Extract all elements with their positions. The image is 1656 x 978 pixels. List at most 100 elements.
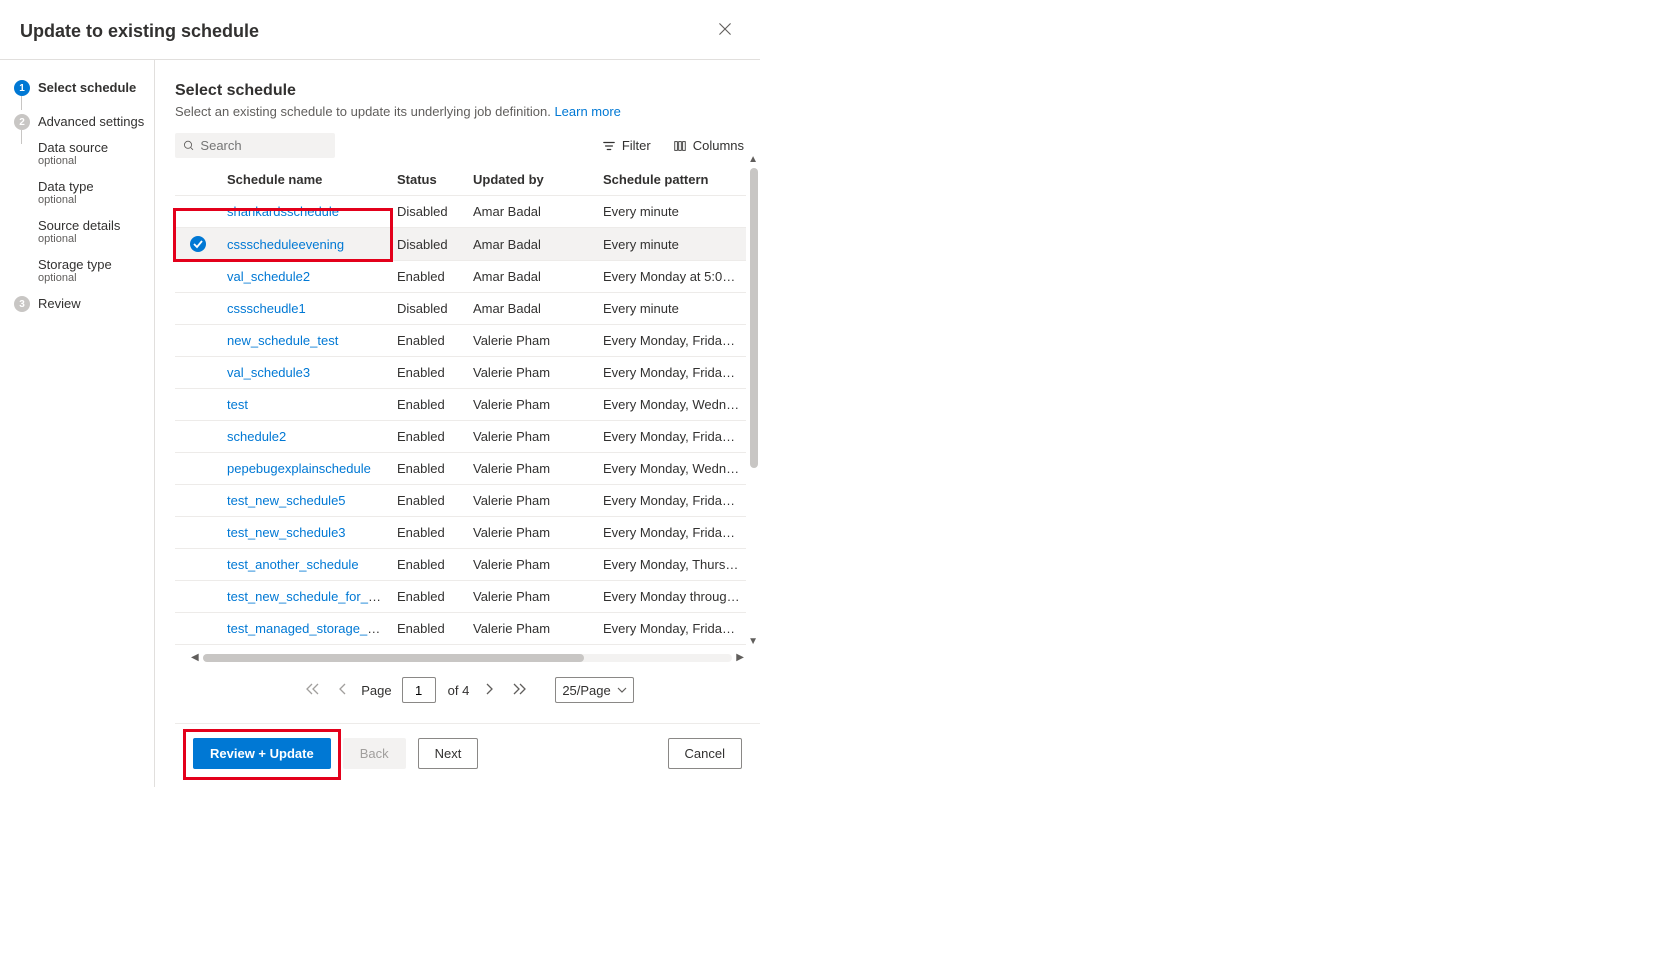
col-schedule-name[interactable]: Schedule name (221, 164, 391, 196)
table-row[interactable]: test_new_schedule5EnabledValerie PhamEve… (175, 485, 746, 517)
search-box[interactable] (175, 133, 335, 158)
next-page-button[interactable] (481, 680, 499, 700)
schedule-link[interactable]: test_new_schedule5 (227, 493, 346, 508)
wizard-substep[interactable]: Storage typeoptional (38, 257, 154, 284)
first-page-button[interactable] (301, 680, 323, 700)
row-checkbox[interactable] (175, 549, 221, 581)
back-button[interactable]: Back (343, 738, 406, 769)
row-checkbox[interactable] (175, 613, 221, 645)
cancel-button[interactable]: Cancel (668, 738, 742, 769)
wizard-footer: Review + Update Back Next Cancel (175, 723, 760, 787)
page-number-input[interactable] (402, 677, 436, 703)
table-header-row: Schedule name Status Updated by Schedule… (175, 164, 746, 196)
substep-label: Storage type (38, 257, 154, 272)
table-row[interactable]: test_managed_storage_scheduleEnabledVale… (175, 613, 746, 645)
schedule-link[interactable]: cssscheduleevening (227, 237, 344, 252)
schedule-link[interactable]: test_new_schedule_for_manage… (227, 589, 391, 604)
row-checkbox[interactable] (175, 293, 221, 325)
table-row[interactable]: new_schedule_testEnabledValerie PhamEver… (175, 325, 746, 357)
row-checkbox[interactable] (175, 485, 221, 517)
wizard-step-advanced-settings[interactable]: 2 Advanced settings (14, 114, 154, 130)
row-checkbox[interactable] (175, 517, 221, 549)
cell-pattern: Every Monday, Friday at 7:00 (597, 517, 746, 549)
step-number-icon: 1 (14, 80, 30, 96)
row-checkbox[interactable] (175, 228, 221, 261)
table-row[interactable]: pepebugexplainscheduleEnabledValerie Pha… (175, 453, 746, 485)
page-size-select[interactable]: 25/Page (555, 677, 633, 703)
next-button[interactable]: Next (418, 738, 479, 769)
schedule-link[interactable]: shankardsschedule (227, 204, 339, 219)
wizard-step-review[interactable]: 3 Review (14, 296, 154, 312)
cell-pattern: Every Monday, Friday at 7:00 (597, 421, 746, 453)
columns-button[interactable]: Columns (673, 138, 744, 153)
col-status[interactable]: Status (391, 164, 467, 196)
cell-updated-by: Valerie Pham (467, 581, 597, 613)
col-updated-by[interactable]: Updated by (467, 164, 597, 196)
scroll-right-arrow[interactable]: ▶ (732, 652, 748, 663)
cell-schedule-name: shankardsschedule (221, 196, 391, 228)
row-checkbox[interactable] (175, 261, 221, 293)
cell-pattern: Every day at 12:00 PM (UTC) (597, 645, 746, 647)
wizard-substeps: Data sourceoptional Data typeoptional Sour… (38, 140, 154, 284)
scroll-up-arrow[interactable]: ▲ (748, 154, 758, 165)
cell-updated-by: Valerie Pham (467, 389, 597, 421)
panel-header: Update to existing schedule (0, 0, 760, 60)
table-row[interactable]: val_schedule2EnabledAmar BadalEvery Mond… (175, 261, 746, 293)
vertical-scrollbar[interactable] (750, 168, 758, 468)
last-page-button[interactable] (509, 680, 531, 700)
row-checkbox[interactable] (175, 357, 221, 389)
cell-status: Disabled (391, 293, 467, 325)
wizard-substep[interactable]: Source detailsoptional (38, 218, 154, 245)
scroll-down-arrow[interactable]: ▼ (748, 636, 758, 684)
learn-more-link[interactable]: Learn more (554, 104, 620, 119)
schedule-link[interactable]: new_schedule_test (227, 333, 338, 348)
table-row[interactable]: test_another_scheduleEnabledValerie Pham… (175, 549, 746, 581)
table-row[interactable]: shankardsscheduleDisabledAmar BadalEvery… (175, 196, 746, 228)
table-row[interactable]: test_new_schedule3EnabledValerie PhamEve… (175, 517, 746, 549)
table-row[interactable]: schedule2EnabledValerie PhamEvery Monday… (175, 421, 746, 453)
schedule-link[interactable]: pepebugexplainschedule (227, 461, 371, 476)
wizard-substep[interactable]: Data sourceoptional (38, 140, 154, 167)
wizard-substep[interactable]: Data typeoptional (38, 179, 154, 206)
schedule-link[interactable]: test (227, 397, 248, 412)
search-input[interactable] (200, 138, 327, 153)
schedule-link[interactable]: schedule2 (227, 429, 286, 444)
wizard-step-select-schedule[interactable]: 1 Select schedule (14, 80, 154, 96)
col-schedule-pattern[interactable]: Schedule pattern (597, 164, 746, 196)
schedule-link[interactable]: test_managed_storage_schedule (227, 621, 391, 636)
table-row[interactable]: testEnabledValerie PhamEvery Monday, Wed… (175, 389, 746, 421)
row-checkbox[interactable] (175, 325, 221, 357)
chevron-down-icon (617, 685, 627, 695)
cell-pattern: Every Monday, Friday at 4:00 (597, 613, 746, 645)
row-checkbox[interactable] (175, 453, 221, 485)
schedule-link[interactable]: val_schedule3 (227, 365, 310, 380)
row-checkbox[interactable] (175, 581, 221, 613)
cell-schedule-name: val_schedule2 (221, 261, 391, 293)
row-checkbox[interactable] (175, 196, 221, 228)
step-label: Select schedule (38, 80, 136, 95)
schedule-link[interactable]: test_new_schedule3 (227, 525, 346, 540)
cell-updated-by: Valerie Pham (467, 645, 597, 647)
table-row[interactable]: test_new_schedule_for_manage…EnabledVale… (175, 581, 746, 613)
schedule-link[interactable]: test_another_schedule (227, 557, 359, 572)
row-checkbox[interactable] (175, 421, 221, 453)
prev-page-button[interactable] (333, 680, 351, 700)
row-checkbox[interactable] (175, 645, 221, 647)
columns-icon (673, 139, 687, 153)
schedule-link[interactable]: val_schedule2 (227, 269, 310, 284)
close-button[interactable] (710, 18, 740, 45)
schedule-link[interactable]: cssscheudle1 (227, 301, 306, 316)
table-row[interactable]: val_schedule3EnabledValerie PhamEvery Mo… (175, 357, 746, 389)
cell-pattern: Every minute (597, 228, 746, 261)
cell-updated-by: Valerie Pham (467, 613, 597, 645)
row-checkbox[interactable] (175, 389, 221, 421)
review-update-button[interactable]: Review + Update (193, 738, 331, 769)
cell-status: Enabled (391, 325, 467, 357)
filter-button[interactable]: Filter (602, 138, 651, 153)
horizontal-scrollbar[interactable]: ◀ ▶ (187, 652, 748, 663)
table-row[interactable]: cssscheduleeveningDisabledAmar BadalEver… (175, 228, 746, 261)
scroll-left-arrow[interactable]: ◀ (187, 652, 203, 663)
table-row[interactable]: cssscheudle1DisabledAmar BadalEvery minu… (175, 293, 746, 325)
table-row[interactable]: aaaEnabledValerie PhamEvery day at 12:00… (175, 645, 746, 647)
table-container: Schedule name Status Updated by Schedule… (175, 164, 760, 646)
